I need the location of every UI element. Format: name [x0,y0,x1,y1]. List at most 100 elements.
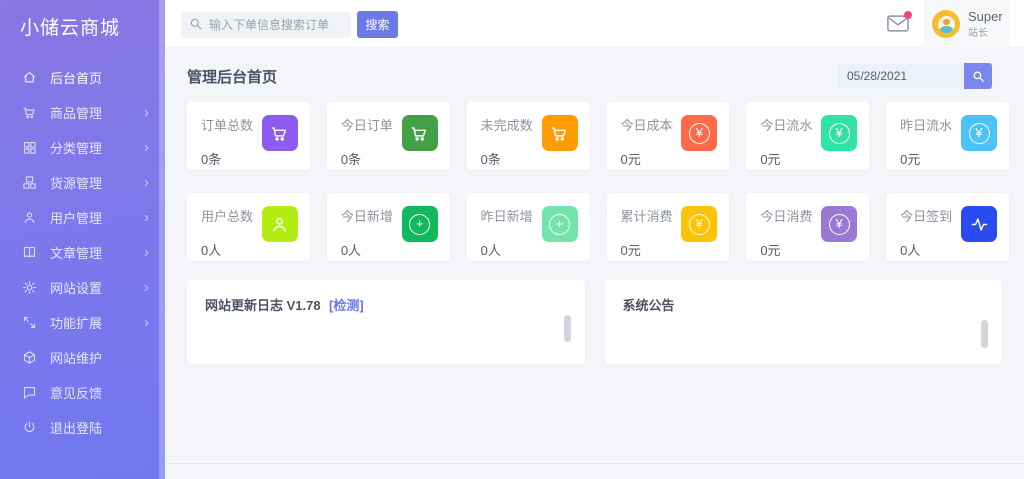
announcement-panel: 系统公告 [604,280,1002,364]
person-icon [261,206,298,242]
yen-icon: ¥ [681,115,718,151]
grid-icon [22,140,37,155]
home-icon [22,70,37,85]
sidebar-item-label: 功能扩展 [50,316,103,331]
user-name: Super [968,8,1003,24]
sidebar-item-feedback[interactable]: 意见反馈 [0,375,165,410]
expand-arrows-icon [22,315,37,330]
sidebar-item-settings[interactable]: 网站设置 › [0,270,165,305]
date-filter [837,63,992,89]
yen-icon: ¥ [821,115,858,151]
cart-icon [261,115,298,151]
search-input[interactable] [181,11,351,38]
sidebar-item-users[interactable]: 用户管理 › [0,200,165,235]
pulse-icon [961,206,997,242]
sidebar-item-label: 网站维护 [50,351,103,366]
boxes-icon [22,175,37,190]
scrollbar-thumb[interactable] [981,320,988,348]
stat-value: 0人 [480,243,501,258]
bottom-panels: 网站更新日志 V1.78 [检测] 系统公告 [165,261,1024,364]
stat-card-spend-total: 累计消费 0元 ¥ [606,193,730,261]
sidebar-item-label: 网站设置 [50,281,103,296]
sidebar-item-label: 分类管理 [50,141,103,156]
stat-value: 0条 [201,152,222,167]
stat-card-users-total: 用户总数 0人 [187,193,310,261]
changelog-panel: 网站更新日志 V1.78 [检测] [187,280,585,364]
stat-card-new-yesterday: 昨日新增 0人 + [466,193,590,261]
stat-value: 0元 [620,152,641,167]
stat-card-revenue-today: 今日流水 0元 ¥ [746,102,870,170]
yen-icon: ¥ [821,206,858,242]
user-menu[interactable]: Super 站长 [924,0,1010,48]
chevron-right-icon: › [144,209,149,226]
avatar [932,10,960,38]
date-search-button[interactable] [964,63,992,89]
plus-circle-icon: + [541,206,578,242]
book-icon [22,245,37,260]
sidebar-item-label: 货源管理 [50,176,103,191]
chevron-right-icon: › [144,174,149,191]
sidebar-item-logout[interactable]: 退出登陆 [0,410,165,445]
stat-card-spend-today: 今日消费 0元 ¥ [746,193,870,261]
date-input[interactable] [837,63,964,89]
gear-icon [22,280,37,295]
sidebar-item-maintenance[interactable]: 网站维护 [0,340,165,375]
stat-value: 0人 [201,243,222,258]
cube-icon [22,350,37,365]
notification-dot [904,11,912,19]
plus-circle-icon: + [401,206,438,242]
yen-icon: ¥ [961,115,997,151]
search-button[interactable]: 搜索 [357,11,398,38]
top-header: 搜索 Super 站长 [165,0,1024,48]
chevron-right-icon: › [144,279,149,296]
sidebar-item-categories[interactable]: 分类管理 › [0,130,165,165]
page-title: 管理后台首页 [187,68,278,86]
mail-icon[interactable] [887,11,912,32]
stat-card-new-today: 今日新增 0人 + [326,193,450,261]
stat-value: 0元 [900,152,921,167]
sidebar-item-label: 退出登陆 [50,421,103,436]
sidebar-item-extensions[interactable]: 功能扩展 › [0,305,165,340]
page-title-row: 管理后台首页 [165,52,1024,100]
chevron-right-icon: › [144,244,149,261]
stat-value: 0条 [480,152,501,167]
sidebar-item-label: 商品管理 [50,106,103,121]
chevron-right-icon: › [144,314,149,331]
power-icon [22,420,37,435]
changelog-title: 网站更新日志 V1.78 [205,298,321,313]
sidebar-item-label: 后台首页 [50,71,103,86]
sidebar-item-label: 意见反馈 [50,386,103,401]
stats-grid: 订单总数 0条 今日订单 0条 未完成数 0条 今日成本 0元 ¥ 今日流水 0… [165,100,1024,261]
app-title: 小储云商城 [20,18,121,39]
stat-card-orders-today: 今日订单 0条 [326,102,450,170]
stat-value: 0条 [340,152,362,167]
user-icon [22,210,37,225]
chevron-right-icon: › [144,104,149,121]
sidebar-item-articles[interactable]: 文章管理 › [0,235,165,270]
sidebar-item-products[interactable]: 商品管理 › [0,95,165,130]
scrollbar-thumb[interactable] [563,315,571,342]
sidebar: 小储云商城 后台首页 商品管理 › 分类管理 › 货源管理 › 用户管理 › 文… [0,0,165,479]
stat-value: 0元 [760,243,781,258]
stat-value: 0元 [620,243,641,258]
sidebar-menu: 后台首页 商品管理 › 分类管理 › 货源管理 › 用户管理 › 文章管理 › [0,60,165,445]
chevron-right-icon: › [144,139,149,156]
stat-card-signin-today: 今日签到 0人 [886,193,1009,261]
yen-icon: ¥ [681,206,718,242]
stat-value: 0人 [900,243,921,258]
stat-card-cost-today: 今日成本 0元 ¥ [606,102,730,170]
sidebar-item-label: 用户管理 [50,211,103,226]
stat-value: 0人 [340,243,362,258]
cart-icon [22,105,37,120]
search-icon [972,70,985,83]
sidebar-item-dashboard[interactable]: 后台首页 [0,60,165,95]
user-info: Super 站长 [968,9,1003,40]
order-search: 搜索 [181,11,398,38]
stat-card-revenue-yesterday: 昨日流水 0元 ¥ [886,102,1009,170]
cart-icon [541,115,578,151]
user-role: 站长 [968,28,988,40]
sidebar-item-supply[interactable]: 货源管理 › [0,165,165,200]
comment-icon [22,385,37,400]
main-content: 管理后台首页 订单总数 0条 今日订单 0条 未完成数 [165,48,1024,479]
check-update-link[interactable]: [检测] [329,298,364,313]
